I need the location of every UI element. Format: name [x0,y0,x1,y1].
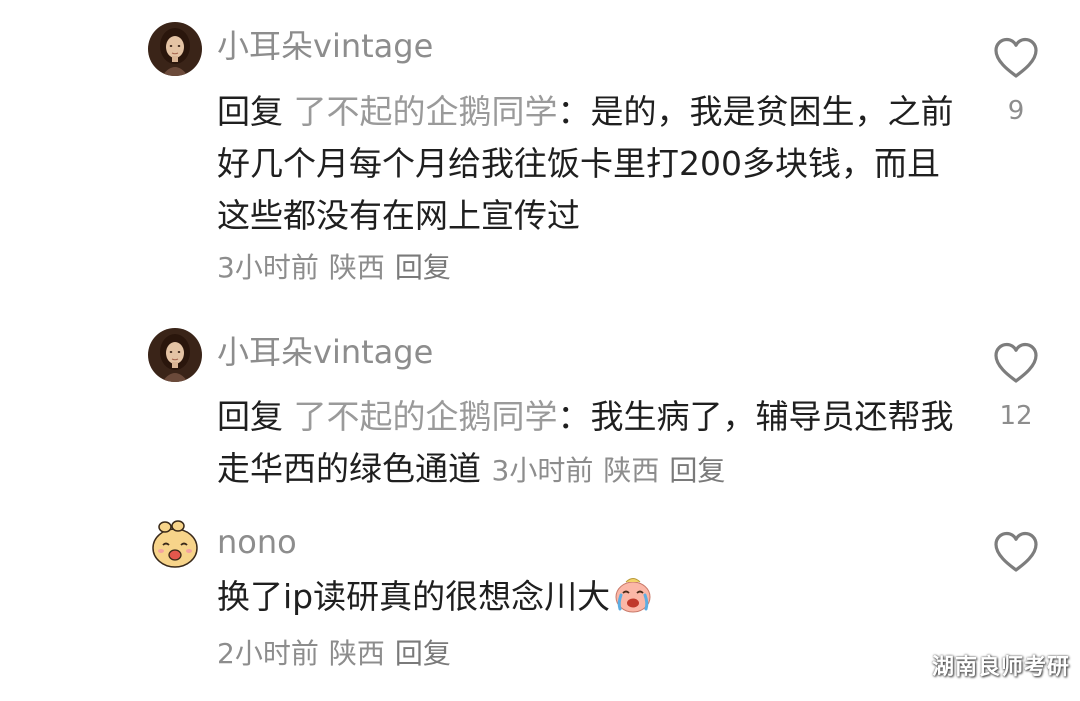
comment-body: 换了ip读研真的很想念川大 [217,577,611,616]
username[interactable]: 小耳朵vintage [217,336,433,368]
comment-text: 回复 了不起的企鹅同学：我生病了，辅导员还帮我走华西的绿色通道 3小时前 陕西 回复 [217,391,957,497]
portrait-avatar-icon [148,328,202,382]
comment-text: 回复 了不起的企鹅同学：是的，我是贫困生，之前好几个月每个月给我往饭卡里打200… [217,86,957,242]
comment-text: 换了ip读研真的很想念川大 [217,571,957,623]
comment-time: 3小时前 [217,251,319,284]
comment-time: 3小时前 [491,454,594,487]
crying-face-emoji [615,578,651,613]
comment-time: 2小时前 [217,637,319,670]
comment-meta: 3小时前 陕西 回复 [492,454,726,487]
reply-target-user[interactable]: 了不起的企鹅同学 [294,92,558,131]
like-button[interactable]: 9 [988,36,1044,124]
comment-meta: 3小时前 陕西 回复 [217,254,451,282]
like-count: 12 [999,401,1033,431]
reply-button[interactable]: 回复 [669,454,725,487]
reply-prefix: 回复 [217,92,283,131]
user-avatar[interactable] [148,328,202,382]
username[interactable]: 小耳朵vintage [217,30,433,62]
heart-icon [994,531,1038,572]
comment-location: 陕西 [328,251,385,284]
reply-button[interactable]: 回复 [395,251,451,284]
cartoon-avatar-icon [148,518,202,572]
reply-target-user[interactable]: 了不起的企鹅同学 [294,397,558,436]
portrait-avatar-icon [148,22,202,76]
comment-location: 陕西 [328,637,385,670]
reply-prefix: 回复 [217,397,283,436]
heart-icon [994,37,1038,78]
comment-location: 陕西 [603,454,660,487]
like-button[interactable] [988,530,1044,574]
user-avatar[interactable] [148,518,202,572]
like-button[interactable]: 12 [988,341,1044,429]
reply-button[interactable]: 回复 [395,637,451,670]
comment-thread: 小耳朵vintage 回复 了不起的企鹅同学：是的，我是贫困生，之前好几个月每个… [0,0,1080,701]
user-avatar[interactable] [148,22,202,76]
username[interactable]: nono [217,526,297,558]
watermark: 湖南良师考研 [931,655,1070,680]
heart-icon [994,342,1038,383]
comment-meta: 2小时前 陕西 回复 [217,640,451,668]
like-count: 9 [1007,96,1025,126]
